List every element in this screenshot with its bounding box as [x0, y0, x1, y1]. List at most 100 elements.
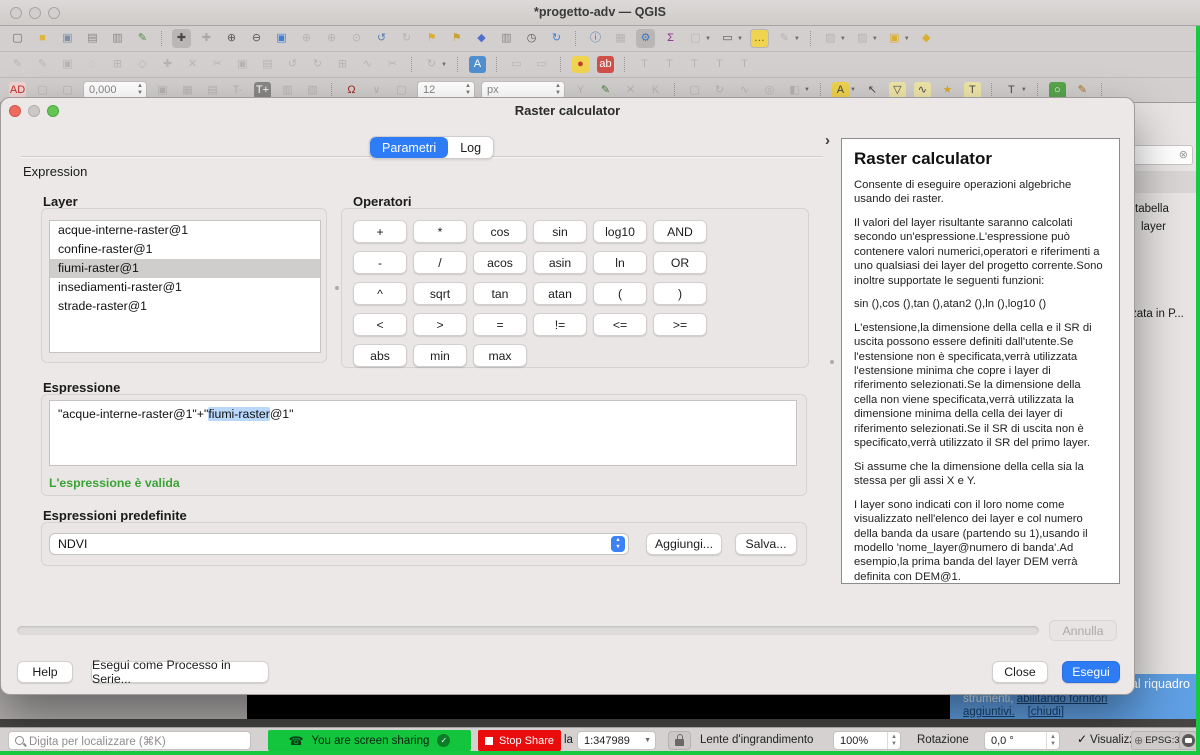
close-button[interactable]: Close [992, 661, 1048, 683]
scale-combo[interactable]: 1:347989 ▼ [577, 731, 656, 750]
temporal-controller-icon[interactable]: ◷ [522, 29, 541, 48]
lock-scale-button[interactable] [668, 731, 691, 750]
background-search-box[interactable]: ⊗ [1131, 145, 1193, 165]
operator-button[interactable]: ^ [353, 282, 407, 305]
expression-input[interactable]: "acque-interne-raster@1"+"fiumi-raster@1… [49, 400, 797, 466]
stepper-icon[interactable]: ▲▼ [887, 732, 900, 749]
operator-button[interactable]: acos [473, 251, 527, 274]
operator-button[interactable]: OR [653, 251, 707, 274]
operator-button[interactable]: > [413, 313, 467, 336]
zoom-full-extent-icon[interactable]: ▣ [272, 29, 291, 48]
operator-button[interactable]: ) [653, 282, 707, 305]
zoom-last-icon[interactable]: ↺ [372, 29, 391, 48]
new-bookmark-icon[interactable]: ⚑ [422, 29, 441, 48]
label-anchor-icon[interactable]: ● [571, 55, 590, 74]
layer-list-item[interactable]: confine-raster@1 [50, 240, 320, 259]
map-marker-icon[interactable]: ◆ [472, 29, 491, 48]
operator-button[interactable]: tan [473, 282, 527, 305]
additional-link[interactable]: aggiuntivi. [963, 706, 1015, 718]
dropdown-arrow-icon[interactable]: ▼ [904, 36, 910, 42]
zoom-in-icon[interactable]: ⊕ [222, 29, 241, 48]
operator-button[interactable]: log10 [593, 220, 647, 243]
operator-button[interactable]: AND [653, 220, 707, 243]
dropdown-arrow-icon[interactable]: ▼ [850, 87, 856, 93]
run-button[interactable]: Esegui [1062, 661, 1120, 683]
data-source-manager-icon[interactable]: ◆ [917, 29, 936, 48]
operator-button[interactable]: / [413, 251, 467, 274]
pan-map-icon[interactable]: ✚ [172, 29, 191, 48]
open-project-icon[interactable]: ■ [33, 29, 52, 48]
show-bookmarks-icon[interactable]: ⚑ [447, 29, 466, 48]
new-print-layout-icon[interactable]: ▤ [83, 29, 102, 48]
save-preset-button[interactable]: Salva... [735, 533, 797, 555]
new-project-icon[interactable]: ▢ [8, 29, 27, 48]
stepper-icon[interactable]: ▲▼ [1046, 732, 1059, 749]
statistics-icon[interactable]: Σ [661, 29, 680, 48]
operator-button[interactable]: * [413, 220, 467, 243]
attribute-table-icon: ▦ [611, 29, 630, 48]
identify-features-icon[interactable]: ⓘ [586, 29, 605, 48]
clear-icon[interactable]: ⊗ [1179, 148, 1188, 161]
render-checkbox[interactable]: ✓ [1077, 732, 1087, 746]
dropdown-arrow-icon[interactable]: ▼ [737, 36, 743, 42]
dropdown-arrow-icon[interactable]: ▼ [804, 87, 810, 93]
refresh-map-icon[interactable]: ↻ [547, 29, 566, 48]
operator-button[interactable]: min [413, 344, 467, 367]
layer-list-item[interactable]: strade-raster@1 [50, 297, 320, 316]
dropdown-arrow-icon[interactable]: ▼ [441, 62, 447, 68]
locator-input[interactable]: Digita per localizzare (⌘K) [8, 731, 251, 750]
phone-icon: ☎ [289, 734, 304, 748]
zoom-out-icon[interactable]: ⊖ [247, 29, 266, 48]
operator-button[interactable]: sqrt [413, 282, 467, 305]
collapse-help-icon[interactable]: › [825, 132, 830, 149]
operator-button[interactable]: >= [653, 313, 707, 336]
tab-log[interactable]: Log [448, 137, 493, 158]
dropdown-arrow-icon[interactable]: ▼ [705, 36, 711, 42]
dropdown-arrow-icon[interactable]: ▼ [872, 36, 878, 42]
operator-button[interactable]: < [353, 313, 407, 336]
operator-button[interactable]: ln [593, 251, 647, 274]
layer-list[interactable]: acque-interne-raster@1confine-raster@1fi… [49, 220, 321, 353]
operator-button[interactable]: + [353, 220, 407, 243]
layer-list-item[interactable]: insediamenti-raster@1 [50, 278, 320, 297]
tab-parametri[interactable]: Parametri [370, 137, 448, 158]
map-tips-icon[interactable]: … [750, 29, 769, 48]
save-edits-icon: ▣ [58, 55, 77, 74]
rotation-spinbox[interactable]: 0,0 ° ▲▼ [984, 731, 1060, 750]
operator-button[interactable]: <= [593, 313, 647, 336]
processing-toolbox-icon[interactable]: ⚙ [636, 29, 655, 48]
operator-button[interactable]: asin [533, 251, 587, 274]
filter-legend-icon[interactable]: ▣▼ [885, 29, 911, 48]
operator-button[interactable]: abs [353, 344, 407, 367]
operator-button[interactable]: != [533, 313, 587, 336]
close-message-link[interactable]: [chiudi] [1028, 706, 1064, 718]
label-abc-icon[interactable]: ab [596, 55, 615, 74]
stop-share-button[interactable]: Stop Share [478, 730, 561, 751]
save-project-icon[interactable]: ▣ [58, 29, 77, 48]
help-button[interactable]: Help [17, 661, 73, 683]
splitter-handle[interactable] [830, 360, 834, 364]
run-as-batch-button[interactable]: Esegui come Processo in Serie... [91, 661, 269, 683]
operator-button[interactable]: max [473, 344, 527, 367]
operator-button[interactable]: ( [593, 282, 647, 305]
measure-icon[interactable]: ▭▼ [718, 29, 744, 48]
labeling-options-icon[interactable]: A [468, 55, 487, 74]
layer-list-item[interactable]: fiumi-raster@1 [50, 259, 320, 278]
layer-list-item[interactable]: acque-interne-raster@1 [50, 221, 320, 240]
dropdown-arrow-icon[interactable]: ▼ [794, 36, 800, 42]
dropdown-arrow-icon[interactable]: ▼ [1021, 87, 1027, 93]
operator-button[interactable]: sin [533, 220, 587, 243]
style-manager-icon[interactable]: ✎ [133, 29, 152, 48]
magnifier-spinbox[interactable]: 100% ▲▼ [833, 731, 901, 750]
operator-button[interactable]: cos [473, 220, 527, 243]
add-preset-button[interactable]: Aggiungi... [646, 533, 722, 555]
layout-manager-icon[interactable]: ▥ [108, 29, 127, 48]
dropdown-arrow-icon[interactable]: ▼ [840, 36, 846, 42]
globe-icon: ⊕ [1134, 734, 1143, 747]
operator-button[interactable]: = [473, 313, 527, 336]
splitter-handle[interactable] [335, 286, 339, 290]
project-log-icon[interactable]: ▥ [497, 29, 516, 48]
preset-expression-select[interactable]: NDVI ▲▼ [49, 533, 629, 555]
operator-button[interactable]: atan [533, 282, 587, 305]
operator-button[interactable]: - [353, 251, 407, 274]
